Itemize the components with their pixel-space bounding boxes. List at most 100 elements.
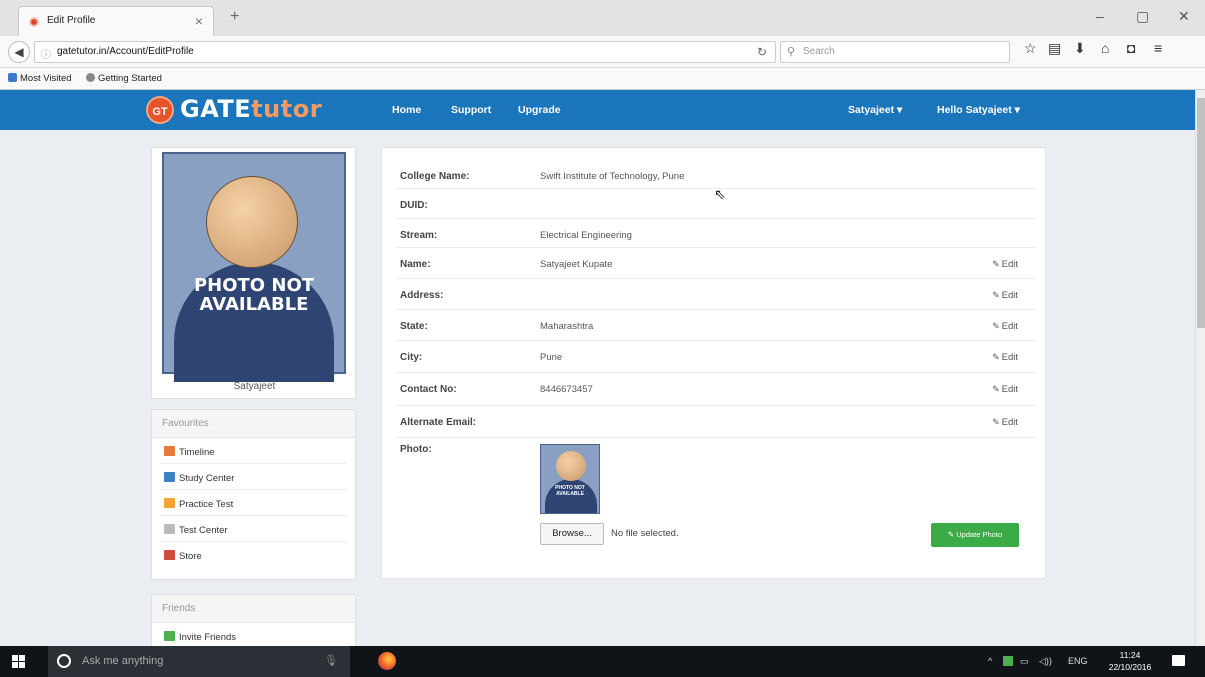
firefox-taskbar-icon[interactable]: [378, 652, 396, 670]
edit-link[interactable]: ✎ Edit: [992, 290, 1018, 301]
cortana-search-box[interactable]: Ask me anything 🎙: [48, 646, 350, 677]
photo-label: Photo:: [400, 444, 432, 455]
edit-link[interactable]: ✎ Edit: [992, 321, 1018, 332]
browser-tab-bar: Edit Profile × + – ▢ ✕: [0, 0, 1205, 36]
site-logo[interactable]: GATEtutor: [180, 95, 322, 123]
sidebar-item-label: Test Center: [179, 525, 228, 536]
field-label: DUID:: [400, 200, 428, 211]
sidebar-item[interactable]: Practice Test: [160, 490, 347, 516]
microphone-icon[interactable]: 🎙: [324, 654, 338, 667]
bookmarks-bar: Most Visited Getting Started: [0, 68, 1205, 90]
pocket-icon[interactable]: ◘: [1127, 40, 1135, 56]
profile-row: Contact No: 8446673457 ✎ Edit: [396, 373, 1036, 406]
sidebar-item-label: Invite Friends: [179, 632, 237, 643]
notifications-icon[interactable]: [1172, 655, 1185, 666]
pencil-icon: ✎: [992, 384, 1000, 394]
tray-app-icon[interactable]: [1003, 656, 1013, 666]
thumb-placeholder-text: PHOTO NOT AVAILABLE: [555, 485, 585, 497]
profile-name: Satyajeet: [233, 381, 276, 392]
profile-row: Alternate Email: ✎ Edit: [396, 406, 1036, 438]
sidebar-item[interactable]: Timeline: [160, 438, 347, 464]
sidebar-item[interactable]: Study Center: [160, 464, 347, 490]
language-indicator[interactable]: ENG: [1068, 656, 1088, 666]
tab-title: Edit Profile: [47, 15, 96, 26]
edit-link[interactable]: ✎ Edit: [992, 352, 1018, 363]
update-photo-button[interactable]: ✎ Update Photo: [931, 523, 1019, 547]
study-center-icon: [164, 472, 175, 482]
nav-home[interactable]: Home: [392, 104, 421, 116]
logo-badge-icon[interactable]: GT: [146, 96, 174, 124]
field-value: 8446673457: [540, 384, 593, 395]
pencil-icon: ✎: [947, 530, 957, 539]
profile-row: Address: ✎ Edit: [396, 279, 1036, 310]
cortana-icon: [57, 654, 71, 668]
field-label: Stream:: [400, 230, 438, 241]
pencil-icon: ✎: [992, 417, 1000, 427]
bookmark-star-icon[interactable]: ☆: [1024, 40, 1037, 57]
search-input[interactable]: ⚲ Search: [780, 41, 1010, 63]
globe-icon: [86, 73, 95, 82]
sidebar-item-label: Store: [179, 551, 202, 562]
sidebar-item-label: Timeline: [179, 447, 215, 458]
field-value: Electrical Engineering: [540, 230, 632, 241]
search-icon: ⚲: [787, 46, 796, 58]
profile-row: College Name: Swift Institute of Technolo…: [396, 160, 1036, 189]
page-scrollbar[interactable]: [1195, 90, 1205, 646]
field-value: Satyajeet Kupate: [540, 259, 613, 270]
minimize-button[interactable]: –: [1096, 8, 1104, 24]
browser-tab[interactable]: Edit Profile ×: [18, 6, 214, 36]
practice-test-icon: [164, 498, 175, 508]
hello-user-menu[interactable]: Hello Satyajeet ▾: [937, 104, 1020, 116]
profile-row: Stream: Electrical Engineering: [396, 219, 1036, 248]
field-label: Alternate Email:: [400, 417, 477, 428]
friends-title: Friends: [152, 595, 355, 623]
cortana-placeholder: Ask me anything: [82, 655, 164, 667]
reload-icon[interactable]: ↻: [757, 45, 767, 59]
test-center-icon: [164, 524, 175, 534]
home-icon[interactable]: ⌂: [1101, 40, 1109, 56]
sidebar-item-label: Study Center: [179, 473, 235, 484]
edit-link[interactable]: ✎ Edit: [992, 384, 1018, 395]
sidebar-item[interactable]: Test Center: [160, 516, 347, 542]
sidebar-item-label: Practice Test: [179, 499, 234, 510]
search-placeholder: Search: [803, 46, 835, 57]
invite-friends-icon: [164, 631, 175, 641]
network-icon[interactable]: ▭: [1020, 656, 1029, 667]
scrollbar-thumb[interactable]: [1197, 98, 1205, 328]
bookmark-most-visited[interactable]: Most Visited: [8, 73, 72, 84]
back-button[interactable]: ◀: [8, 41, 30, 63]
field-label: City:: [400, 352, 423, 363]
system-clock[interactable]: 11:24 22/10/2016: [1100, 649, 1160, 673]
sidebar-item[interactable]: Store: [160, 542, 347, 568]
photo-thumbnail: PHOTO NOT AVAILABLE: [540, 444, 600, 514]
field-value: Maharashtra: [540, 321, 594, 332]
profile-row: Name: Satyajeet Kupate ✎ Edit: [396, 248, 1036, 279]
info-icon[interactable]: ⓘ: [41, 46, 51, 61]
download-icon[interactable]: ⬇: [1074, 40, 1086, 57]
url-bar[interactable]: ⓘ gatetutor.in/Account/EditProfile ↻: [34, 41, 776, 63]
volume-icon[interactable]: ◁)): [1039, 656, 1052, 667]
field-label: Contact No:: [400, 384, 457, 395]
browse-button[interactable]: Browse...: [540, 523, 604, 545]
nav-upgrade[interactable]: Upgrade: [518, 104, 561, 116]
mouse-cursor-icon: ⇖: [714, 186, 726, 202]
maximize-button[interactable]: ▢: [1136, 8, 1149, 25]
favourites-title: Favourites: [152, 410, 355, 438]
menu-icon[interactable]: ≡: [1154, 40, 1162, 56]
windows-start-icon[interactable]: [12, 655, 25, 668]
edit-link[interactable]: ✎ Edit: [992, 259, 1018, 270]
windows-taskbar: Ask me anything 🎙 ^ ▭ ◁)) ENG 11:24 22/1…: [0, 646, 1205, 677]
nav-support[interactable]: Support: [451, 104, 491, 116]
photo-placeholder-text: PHOTO NOT AVAILABLE: [193, 275, 315, 315]
tray-chevron-icon[interactable]: ^: [988, 656, 992, 666]
site-header: GT GATEtutor Home Support Upgrade Satyaj…: [0, 90, 1195, 130]
user-menu[interactable]: Satyajeet ▾: [848, 104, 902, 116]
tab-close-icon[interactable]: ×: [195, 13, 203, 29]
edit-link[interactable]: ✎ Edit: [992, 417, 1018, 428]
profile-photo: PHOTO NOT AVAILABLE: [162, 152, 346, 382]
bookmark-getting-started[interactable]: Getting Started: [86, 73, 162, 84]
close-window-button[interactable]: ✕: [1178, 8, 1190, 25]
new-tab-icon[interactable]: +: [230, 8, 239, 26]
reader-icon[interactable]: ▤: [1048, 40, 1061, 57]
profile-card: PHOTO NOT AVAILABLE Satyajeet: [151, 147, 356, 399]
